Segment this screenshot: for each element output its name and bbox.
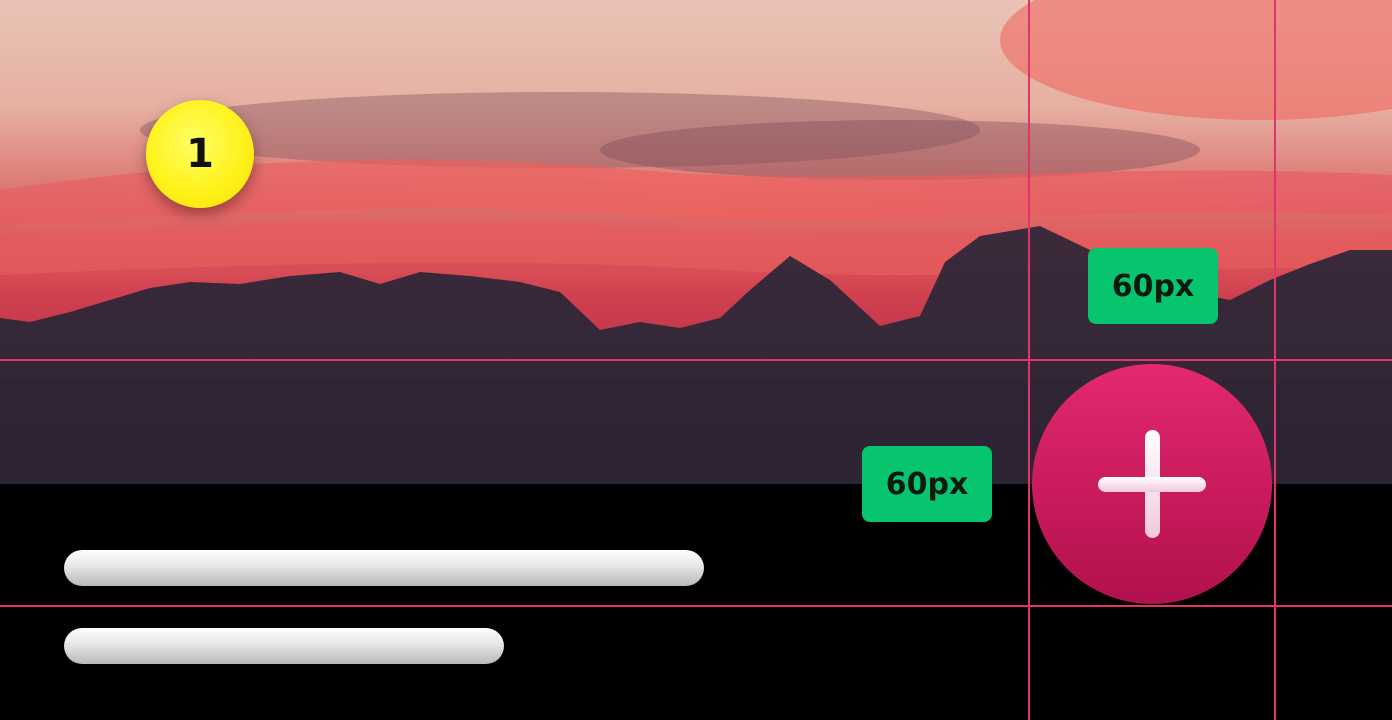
left-spacing-label: 60px: [862, 446, 992, 522]
vertical-guide-left: [1028, 0, 1030, 720]
step-number: 1: [186, 131, 214, 177]
horizontal-guide-bottom: [0, 605, 1392, 607]
plus-icon-horizontal: [1098, 477, 1206, 492]
placeholder-text-line-1: [64, 550, 704, 586]
add-fab-button[interactable]: [1032, 364, 1272, 604]
canvas: 1 60px 60px: [0, 0, 1392, 720]
step-number-badge: 1: [146, 100, 254, 208]
top-spacing-label: 60px: [1088, 248, 1218, 324]
placeholder-text-line-2: [64, 628, 504, 664]
vertical-guide-right: [1274, 0, 1276, 720]
horizontal-guide-top: [0, 359, 1392, 361]
